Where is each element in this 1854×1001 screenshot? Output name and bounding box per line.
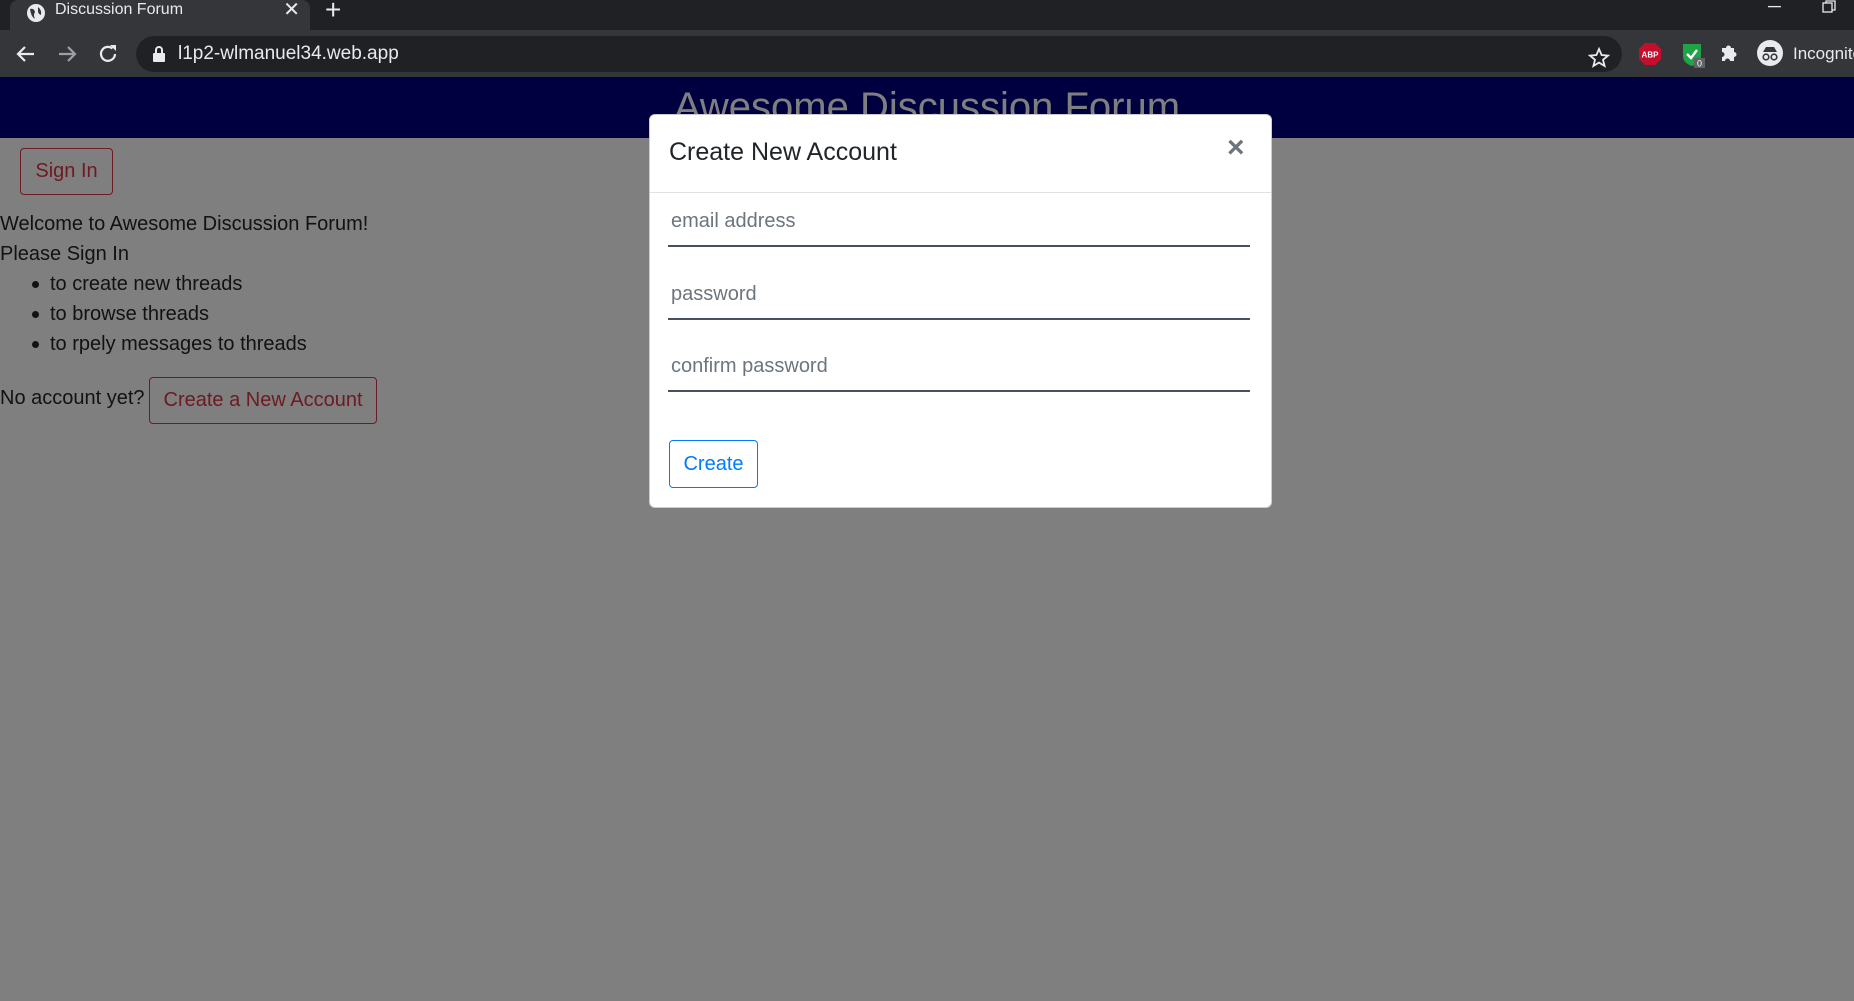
shield-check-icon[interactable]: 0: [1680, 42, 1706, 68]
tab-close-icon[interactable]: ✕: [283, 0, 300, 20]
create-button[interactable]: Create: [669, 440, 758, 488]
email-field[interactable]: [668, 197, 1250, 247]
profile-label: Incognito: [1793, 44, 1854, 63]
bookmark-star-icon[interactable]: [1588, 47, 1610, 69]
address-bar[interactable]: l1p2-wlmanuel34.web.app: [136, 36, 1622, 72]
browser-tab[interactable]: Discussion Forum ✕: [10, 0, 310, 30]
back-icon[interactable]: [14, 42, 38, 66]
adblock-icon[interactable]: ABP: [1638, 42, 1662, 66]
restore-icon[interactable]: [1822, 0, 1836, 14]
lock-icon: [153, 46, 165, 62]
confirm-password-field[interactable]: [668, 342, 1250, 392]
new-tab-button[interactable]: +: [325, 0, 341, 24]
url-text: l1p2-wlmanuel34.web.app: [178, 43, 399, 64]
svg-text:ABP: ABP: [1642, 51, 1660, 60]
tab-title: Discussion Forum: [55, 1, 184, 18]
minimize-icon[interactable]: ─: [1768, 0, 1781, 17]
extensions-icon[interactable]: [1718, 42, 1740, 64]
modal-title: Create New Account: [669, 138, 897, 166]
browser-tab-strip: Discussion Forum ✕ + ─: [0, 0, 1854, 30]
modal-header: Create New Account ×: [650, 115, 1271, 193]
svg-text:0: 0: [1697, 59, 1702, 69]
close-icon[interactable]: ×: [1227, 133, 1245, 163]
browser-toolbar: l1p2-wlmanuel34.web.app ABP 0 Incognito: [0, 30, 1854, 77]
globe-icon: [27, 4, 45, 22]
reload-icon[interactable]: [96, 42, 120, 66]
incognito-icon[interactable]: [1756, 39, 1784, 67]
forward-icon[interactable]: [55, 42, 79, 66]
password-field[interactable]: [668, 270, 1250, 320]
